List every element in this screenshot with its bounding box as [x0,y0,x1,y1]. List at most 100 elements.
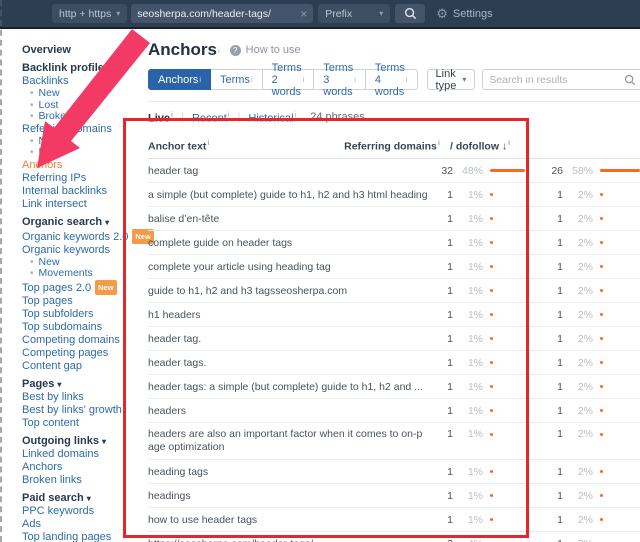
table-row: complete your article using heading tag 1… [148,255,640,280]
sidebar-item-ppc-keywords[interactable]: PPC keywords [22,505,140,518]
column-header-anchor-text[interactable]: Anchor texti [148,138,338,153]
how-to-use-link[interactable]: ? How to use [229,44,301,56]
dofollow-bar [593,380,640,393]
sidebar-item-label: Movements [38,267,93,279]
referring-domains-bar [483,489,529,502]
tab-recent[interactable]: Recenti [192,110,230,125]
sidebar-item-lost[interactable]: • Lost [22,146,140,159]
bullet-icon: • [30,147,34,158]
referring-domains-count: 1 [447,332,453,345]
sidebar-item-best-by-links[interactable]: Best by links [22,391,140,404]
sidebar-item-top-landing-pages[interactable]: Top landing pages [22,531,140,542]
table-row: header tag 32 48% 26 58% [148,159,640,184]
table-row: headings 1 1% 1 2% [148,484,640,509]
anchor-text-cell: header tag [148,164,199,177]
sidebar-item-label: Lost [38,146,59,158]
search-icon [404,7,416,20]
sidebar-item-organic-keywords-2-0[interactable]: Organic keywords 2.0 New [22,228,154,244]
column-header-referring-domains[interactable]: Referring domainsi [338,138,440,153]
dofollow-percent: 2% [577,465,593,478]
bar-fill [600,337,603,341]
sidebar-item-anchors[interactable]: Anchors [22,159,140,172]
bar-fill [490,470,493,474]
dofollow-percent: 2% [577,489,593,502]
target-url-field[interactable]: × [131,4,314,23]
referring-domains-bar [483,404,529,417]
segment-button-anchors[interactable]: Anchors i [148,69,212,90]
segment-button-terms-2-words[interactable]: Terms 2 words i [261,62,315,98]
mode-dropdown[interactable]: Prefix ▾ [318,4,391,23]
segment-label: Terms 3 words [323,61,354,98]
protocol-dropdown[interactable]: http + https ▾ [52,4,128,23]
sidebar-item-broken[interactable]: • Broken [22,110,140,123]
dofollow-count: 1 [557,284,563,297]
sidebar-item-label: Best by links [22,390,84,403]
dofollow-percent: 2% [577,284,593,297]
clear-icon[interactable]: × [300,7,307,21]
referring-domains-bar [483,164,529,177]
sidebar-item-overview[interactable]: Overview [22,44,140,57]
sidebar-item-content-gap[interactable]: Content gap [22,360,140,373]
sidebar-item-broken-links[interactable]: Broken links [22,474,140,487]
referring-domains-percent: 1% [467,404,483,417]
column-header-dofollow[interactable]: / dofollow ↓i [440,138,640,153]
sidebar-item-label: Overview [22,44,71,56]
results-search-input[interactable] [489,73,625,86]
sidebar-item-competing-pages[interactable]: Competing pages [22,347,140,360]
top-search-bar: http + https ▾ × Prefix ▾ ⚙ Settings [0,0,640,29]
sidebar-item-pages[interactable]: Pages ▾ [22,378,140,391]
sidebar-item-paid-search[interactable]: Paid search ▾ [22,492,140,505]
sidebar-item-best-by-links-growth[interactable]: Best by links' growth [22,404,140,417]
bar-fill [490,313,493,317]
search-button[interactable] [395,4,426,23]
sidebar-item-movements[interactable]: • Movements [22,267,140,280]
segment-button-terms-4-words[interactable]: Terms 4 words i [364,62,418,98]
segment-button-terms-3-words[interactable]: Terms 3 words i [313,62,366,98]
dofollow-count: 1 [557,260,563,273]
anchor-text-cell: headings [148,489,191,502]
sidebar-item-top-content[interactable]: Top content [22,417,140,430]
dofollow-count: 1 [557,380,563,393]
sidebar-item-top-subdomains[interactable]: Top subdomains [22,321,140,334]
bullet-icon: • [30,111,34,122]
sidebar-item-label: Anchors [22,460,63,473]
sidebar-item-top-pages[interactable]: Top pages [22,295,140,308]
sidebar-item-linked-domains[interactable]: Linked domains [22,448,140,461]
segment-button-terms[interactable]: Terms i [210,69,263,90]
bullet-icon: • [30,88,34,99]
bar-fill [490,409,493,413]
anchor-text-cell: how to use header tags [148,513,258,526]
mode-dropdown-label: Prefix [325,7,353,20]
tab-historical[interactable]: Historicali [248,110,296,125]
sidebar-item-link-intersect[interactable]: Link intersect [22,198,140,211]
target-url-input[interactable] [137,7,297,20]
sidebar-item-top-pages-2-0[interactable]: Top pages 2.0 New [22,279,140,295]
referring-domains-percent: 1% [467,236,483,249]
app-window: http + https ▾ × Prefix ▾ ⚙ Settings Ove… [0,0,640,542]
sidebar-item-top-subfolders[interactable]: Top subfolders [22,308,140,321]
sidebar-item-anchors[interactable]: Anchors [22,461,140,474]
sidebar-item-competing-domains[interactable]: Competing domains [22,334,140,347]
sidebar-item-organic-search[interactable]: Organic search ▾ [22,216,140,229]
results-search-box[interactable] [482,69,640,90]
sidebar-item-label: Broken links [22,473,82,486]
dofollow-percent: 2% [577,380,593,393]
sidebar-item-backlink-profile[interactable]: Backlink profile ▾ [22,62,140,75]
gear-icon: ⚙ [436,5,448,21]
filter-controls: Anchors i Terms i Terms 2 words i Terms 3 word… [148,62,640,98]
sidebar-item-internal-backlinks[interactable]: Internal backlinks [22,185,140,198]
link-type-dropdown[interactable]: Link type ▾ [426,68,476,92]
referring-domains-percent: 1% [467,284,483,297]
bullet-icon: • [30,135,34,147]
sidebar-item-outgoing-links[interactable]: Outgoing links ▾ [22,435,140,448]
sidebar-item-label: Anchors [22,158,63,171]
referring-domains-count: 1 [447,380,453,393]
referring-domains-percent: 1% [467,188,483,201]
dofollow-bar [593,465,640,478]
tab-live[interactable]: Livei [148,110,173,125]
anchor-text-cell: a simple (but complete) guide to h1, h2 … [148,188,427,201]
sidebar-item-referring-ips[interactable]: Referring IPs [22,172,140,185]
settings-button[interactable]: ⚙ Settings [436,6,492,22]
sidebar-item-ads[interactable]: Ads [22,518,140,531]
referring-domains-bar [483,332,529,345]
